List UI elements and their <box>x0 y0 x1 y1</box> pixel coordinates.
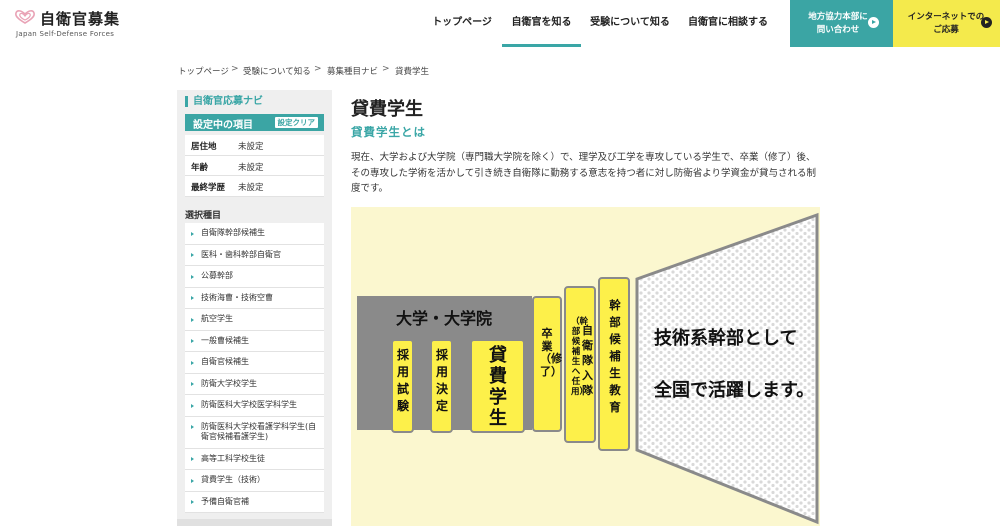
setting-row-age[interactable]: 年齢 未設定 <box>185 156 324 176</box>
setting-row-residence[interactable]: 居住地 未設定 <box>185 135 324 156</box>
apply-online-button[interactable]: インターネットでの ご応募 <box>893 0 1000 47</box>
nav-consult[interactable]: 自衛官に相談する <box>679 0 777 47</box>
breadcrumb-current: 貸費学生 <box>395 67 430 77</box>
setting-value: 未設定 <box>238 183 264 193</box>
list-item[interactable]: 航空学生 <box>185 309 324 331</box>
nav-top[interactable]: トップページ <box>422 0 502 47</box>
inquiry-label-line1: 地方協力本部に <box>808 12 868 22</box>
breadcrumb-exam-info[interactable]: 受験について知る <box>243 65 311 77</box>
chevron-right-icon: > <box>314 64 322 74</box>
nav-exam-info[interactable]: 受験について知る <box>581 0 679 47</box>
list-item[interactable]: 予備自衛官補 <box>185 492 324 513</box>
band-label: 大学・大学院 <box>396 309 492 328</box>
logo-title[interactable]: 自衛官募集 <box>40 8 120 29</box>
clear-settings-button[interactable]: 設定クリア <box>274 117 318 128</box>
setting-key: 年齢 <box>191 162 209 173</box>
sidebar-next-panel <box>177 519 332 526</box>
selection-heading: 選択種目 <box>185 211 222 221</box>
step5-label: 自衛隊入隊 <box>582 324 593 397</box>
outcome-line1: 技術系幹部として <box>654 328 798 349</box>
chevron-right-icon: > <box>231 64 239 74</box>
step4-label: 卒業（修了） <box>540 327 562 378</box>
breadcrumb-top[interactable]: トップページ <box>178 65 229 77</box>
step1-label: 採用試験 <box>396 348 409 413</box>
list-item[interactable]: 防衛医科大学校医学科学生 <box>185 395 324 417</box>
list-item[interactable]: 自衛隊幹部候補生 <box>185 223 324 245</box>
site-header: 自衛官募集 Japan Self-Defense Forces トップページ 自… <box>0 0 1000 47</box>
setting-row-education[interactable]: 最終学歴 未設定 <box>185 176 324 197</box>
description-text: 現在、大学および大学院（専門職大学院を除く）で、理学及び工学を専攻している学生で… <box>351 152 817 194</box>
step5-sub-label: （幹部候補生へ任用） <box>571 317 589 397</box>
setting-key: 最終学歴 <box>191 183 226 193</box>
sidebar-title: 自衛官応募ナビ <box>185 96 263 107</box>
page-title: 貸費学生 <box>351 99 423 120</box>
list-item[interactable]: 防衛大学校学生 <box>185 374 324 395</box>
apply-label-line1: インターネットでの <box>907 12 985 22</box>
nav-know-officer[interactable]: 自衛官を知る <box>502 0 581 47</box>
arrow-right-icon <box>981 17 992 28</box>
inquiry-button[interactable]: 地方協力本部に 問い合わせ <box>790 0 893 47</box>
list-item[interactable]: 防衛医科大学校看護学科学生(自衛官候補看護学生) <box>185 417 324 449</box>
setting-key: 居住地 <box>191 142 217 152</box>
setting-value: 未設定 <box>238 142 264 152</box>
settings-header: 設定中の項目 設定クリア <box>185 114 324 131</box>
inquiry-label-line2: 問い合わせ <box>816 25 860 35</box>
list-item[interactable]: 技術海曹・技術空曹 <box>185 288 324 309</box>
career-path-diagram: 大学・大学院 採用試験 採用決定 貸費学生 卒業（修了） （幹部候補生へ任用） … <box>351 207 820 526</box>
list-item[interactable]: 貸費学生（技術） <box>185 470 324 492</box>
settings-label: 設定中の項目 <box>193 120 253 131</box>
step2-label: 採用決定 <box>435 348 448 413</box>
selection-list: 自衛隊幹部候補生 医科・歯科幹部自衛官 公募幹部 技術海曹・技術空曹 航空学生 … <box>185 223 324 513</box>
nav-active-indicator <box>502 44 581 47</box>
list-item[interactable]: 一般曹候補生 <box>185 331 324 352</box>
list-item[interactable]: 医科・歯科幹部自衛官 <box>185 245 324 266</box>
logo-subtitle: Japan Self-Defense Forces <box>16 30 115 38</box>
list-item[interactable]: 自衛官候補生 <box>185 352 324 374</box>
section-subtitle: 貸費学生とは <box>351 125 426 139</box>
list-item[interactable]: 高等工科学校生徒 <box>185 449 324 470</box>
list-item[interactable]: 公募幹部 <box>185 266 324 288</box>
chevron-right-icon: > <box>382 64 390 74</box>
sidebar: 自衛官応募ナビ 設定中の項目 設定クリア 居住地 未設定 年齢 未設定 最終学歴… <box>177 90 332 526</box>
step6-label: 幹部候補生教育 <box>609 298 621 414</box>
apply-label-line2: ご応募 <box>933 25 959 35</box>
setting-value: 未設定 <box>238 162 264 173</box>
outcome-line2: 全国で活躍します。 <box>654 380 815 401</box>
settings-table: 居住地 未設定 年齢 未設定 最終学歴 未設定 <box>185 135 324 197</box>
outcome-funnel <box>635 212 819 525</box>
arrow-right-icon <box>868 17 879 28</box>
step3-label: 貸費学生 <box>489 345 507 429</box>
logo-icon[interactable] <box>14 9 36 25</box>
breadcrumb-navi[interactable]: 募集種目ナビ <box>327 65 378 77</box>
